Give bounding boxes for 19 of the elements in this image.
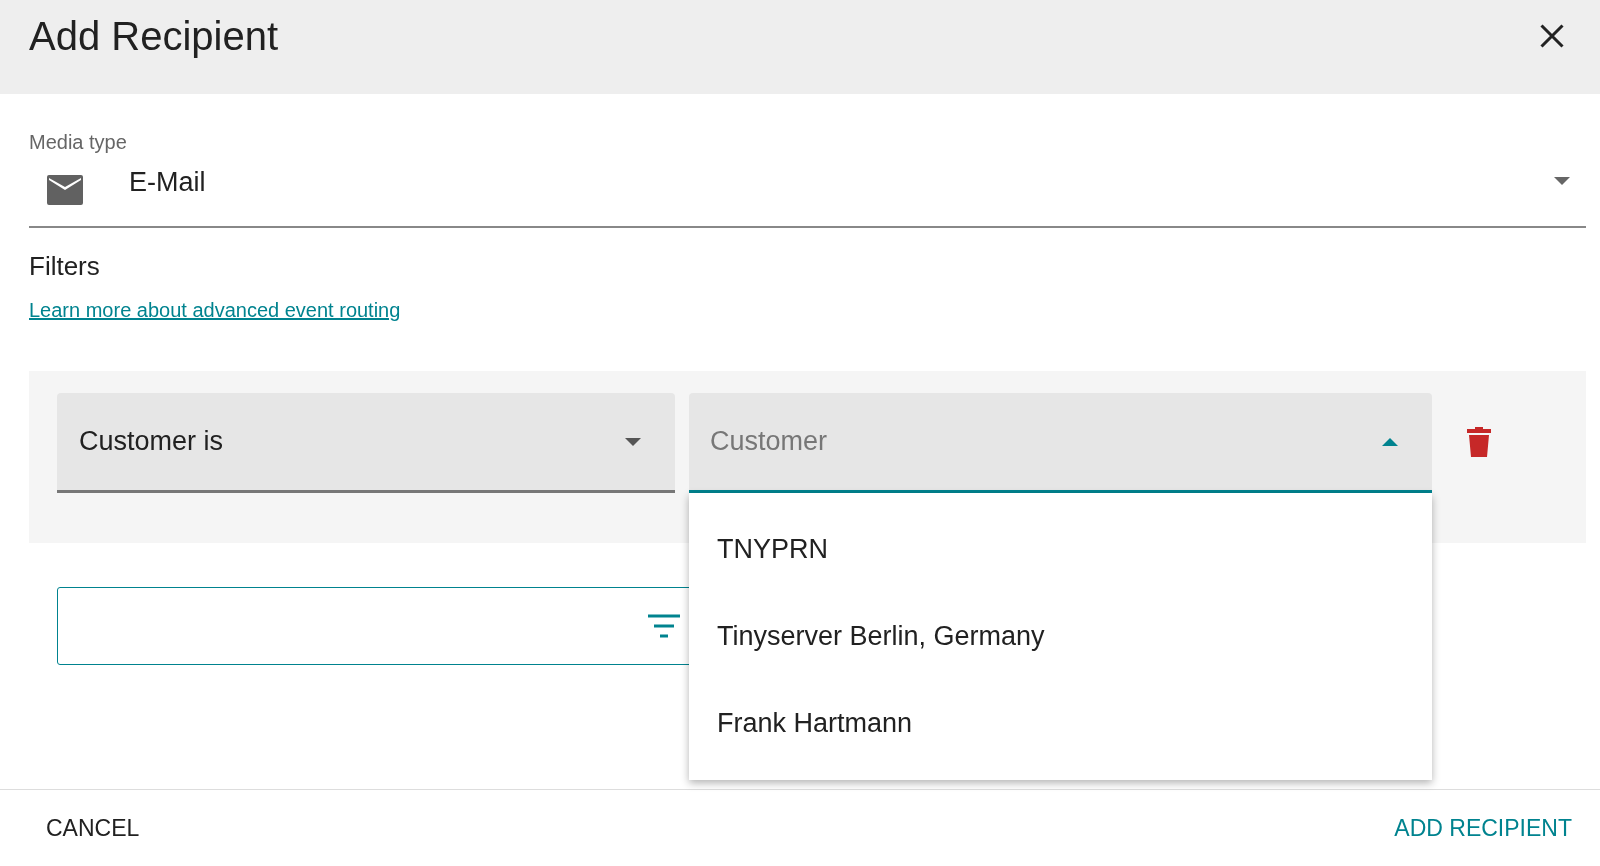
condition-select[interactable]: Customer is (57, 393, 675, 493)
cancel-button[interactable]: CANCEL (28, 806, 158, 850)
delete-icon[interactable] (1467, 427, 1491, 457)
envelope-icon (47, 175, 83, 205)
help-link[interactable]: Learn more about advanced event routing (29, 299, 401, 321)
filter-icon (648, 614, 680, 638)
close-icon[interactable] (1538, 22, 1566, 50)
customer-select[interactable]: Customer (689, 393, 1432, 493)
dropdown-option[interactable]: TNYPRN (689, 506, 1432, 593)
dropdown-option[interactable]: Tinyserver Berlin, Germany (689, 593, 1432, 680)
add-recipient-button[interactable]: ADD RECIPIENT (1376, 806, 1590, 850)
caret-icon (625, 437, 641, 446)
section-heading: Filters (29, 250, 101, 282)
caret-icon (1554, 177, 1570, 185)
dropdown-option[interactable]: Frank Hartmann (689, 680, 1432, 767)
field-label: Media type (29, 130, 128, 154)
dialog-title: Add Recipient (29, 13, 279, 59)
media-type-select[interactable]: E-Mail (29, 154, 1586, 228)
caret-icon (1382, 437, 1398, 446)
